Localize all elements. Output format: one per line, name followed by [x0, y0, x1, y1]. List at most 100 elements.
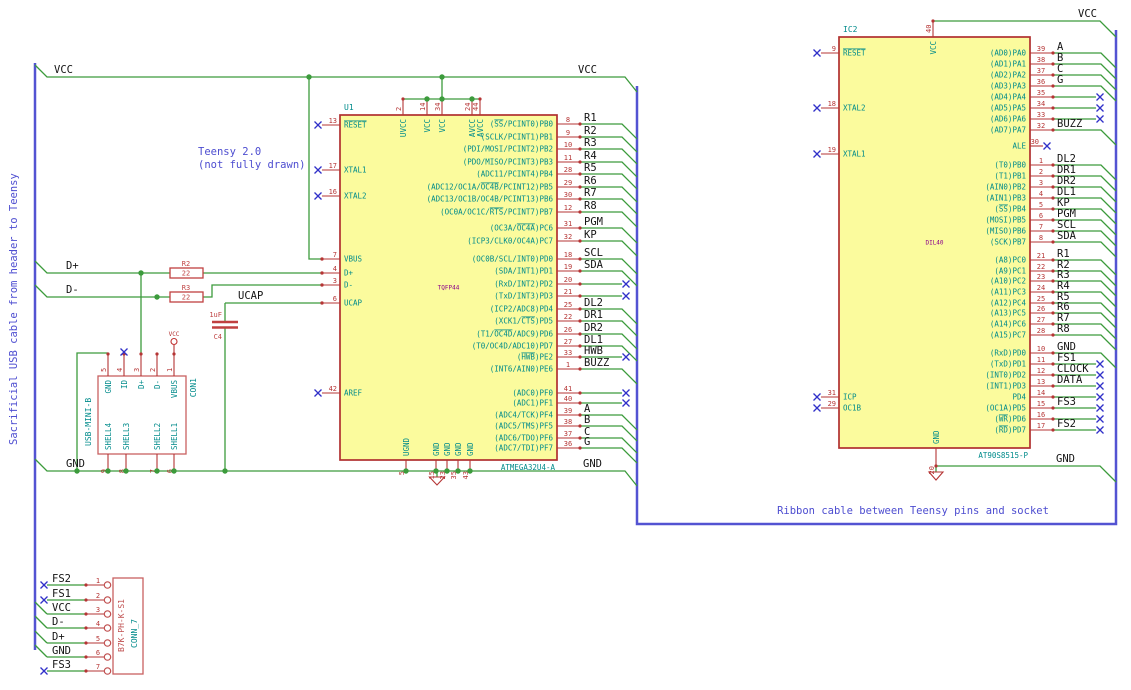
pin-end-dot [1051, 322, 1055, 326]
pin-end-dot [1051, 362, 1055, 366]
net-label-gnd-ic2: GND [1056, 453, 1075, 465]
pin-name: (A12)PC4 [990, 299, 1027, 308]
net-label: FS3 [52, 659, 71, 671]
pin-number: 29 [564, 179, 572, 187]
no-connect-icon [314, 166, 322, 174]
pin-name: OC1B [843, 404, 862, 413]
pin-end-dot [578, 332, 582, 336]
pin-end-dot [84, 641, 88, 645]
pin-end-dot [1051, 373, 1055, 377]
net-label: R7 [584, 187, 597, 199]
no-connect-icon [1043, 142, 1051, 150]
pin-end-dot [1051, 51, 1055, 55]
pin-name: (AD3)PA3 [990, 82, 1026, 91]
pin-end-dot [578, 319, 582, 323]
no-connect-icon [1096, 115, 1104, 123]
pin-number: 2 [395, 107, 403, 111]
pin-name: (A8)PC0 [994, 256, 1026, 265]
schematic-canvas: U1 ATMEGA32U4-A TQFP44 13 RESET 17 XTAL1 16 XTAL… [0, 0, 1131, 690]
pin-number: 4 [96, 620, 100, 628]
net-label: R2 [584, 125, 597, 137]
note-teensy-line2: (not fully drawn) [198, 159, 305, 171]
pin-number: 20 [564, 276, 572, 284]
junction [154, 294, 160, 300]
no-connect-icon [1096, 415, 1104, 423]
pin-number: 6 [1039, 212, 1043, 220]
con1-ref: CON1 [189, 378, 198, 397]
R2-ref: R2 [182, 260, 190, 268]
pin-end-dot [1051, 301, 1055, 305]
pin-number: 19 [828, 146, 836, 154]
pin-end-dot [578, 172, 582, 176]
pin-end-dot [578, 282, 582, 286]
no-connect-icon [1096, 371, 1104, 379]
pin-name: (AD4)PA4 [990, 93, 1027, 102]
net-label: R3 [584, 137, 597, 149]
pin-number: 33 [564, 349, 572, 357]
pin-number: 35 [1037, 89, 1045, 97]
pin-name: (MOSI)PB5 [985, 216, 1026, 225]
junction [433, 468, 439, 474]
pin-name: (A11)PC3 [990, 288, 1026, 297]
pin-end-dot [578, 413, 582, 417]
net-label: DR2 [584, 322, 603, 334]
junction [439, 74, 445, 80]
pin-number: 2 [1039, 168, 1043, 176]
pin-name: (AD5)PA5 [990, 104, 1026, 113]
pin-number: 12 [564, 204, 572, 212]
pin-end-dot [578, 197, 582, 201]
pin-end-dot [578, 294, 582, 298]
pin-name: (OC1A)PD5 [985, 404, 1026, 413]
pin-name: (A13)PC5 [990, 309, 1026, 318]
pin-name: VCC [438, 119, 447, 133]
pin-end-dot [1051, 106, 1055, 110]
pin-name: (SS)PB4 [994, 205, 1026, 214]
junction [154, 468, 160, 474]
wire [34, 615, 48, 629]
pin-name: (INT0)PD2 [985, 371, 1026, 380]
no-connect-icon [40, 667, 48, 675]
pin-end-dot [1051, 290, 1055, 294]
schematic: U1ATMEGA32U4-ATQFP4413 RESET17 XTAL116 XTAL… [8, 8, 1118, 675]
pin-end-dot [84, 669, 88, 673]
pin-end-dot [1051, 279, 1055, 283]
pin-number: 26 [564, 326, 572, 334]
no-connect-icon [813, 404, 821, 412]
pin-name: UGND [402, 437, 411, 456]
pin-end-dot [578, 122, 582, 126]
pin-name: (ADC0)PF0 [512, 389, 553, 398]
pin-end-dot [320, 271, 324, 275]
pin-name: D+ [137, 380, 146, 390]
pin-end-dot [1051, 406, 1055, 410]
pin-number: 21 [564, 288, 572, 296]
pin-number: 6 [333, 295, 337, 303]
pin-number: 18 [828, 100, 836, 108]
wire [34, 630, 48, 644]
net-label: SDA [584, 259, 604, 271]
pin-end-dot [1051, 218, 1055, 222]
pin-name: (T1/OC4D/ADC9)PD6 [476, 330, 553, 339]
pin-name: (SCLK/PCINT1)PB1 [481, 133, 553, 142]
pin-name: RESET [843, 49, 866, 58]
pin-number: 38 [1037, 56, 1045, 64]
pin-number: 7 [1039, 223, 1043, 231]
pin-name: XTAL2 [344, 192, 367, 201]
pin-end-dot [1051, 73, 1055, 77]
no-connect-icon [1096, 404, 1104, 412]
no-connect-icon [1096, 104, 1104, 112]
junction [138, 270, 144, 276]
pin-name: (WR)PD6 [994, 415, 1026, 424]
pin-number: 37 [1037, 67, 1045, 75]
pin-end-dot [578, 401, 582, 405]
pin-name: (ADC4/TCK)PF4 [494, 411, 553, 420]
pin-name: GND [443, 442, 452, 456]
connector-pin-circle [103, 639, 112, 647]
pin-end-dot [578, 307, 582, 311]
pin-name: D- [344, 281, 353, 290]
pin-end-dot [578, 391, 582, 395]
pin-number: 30 [1031, 138, 1039, 146]
no-connect-icon [40, 581, 48, 589]
no-connect-icon [314, 389, 322, 397]
no-connect-icon [813, 150, 821, 158]
net-label: DATA [1057, 374, 1083, 386]
